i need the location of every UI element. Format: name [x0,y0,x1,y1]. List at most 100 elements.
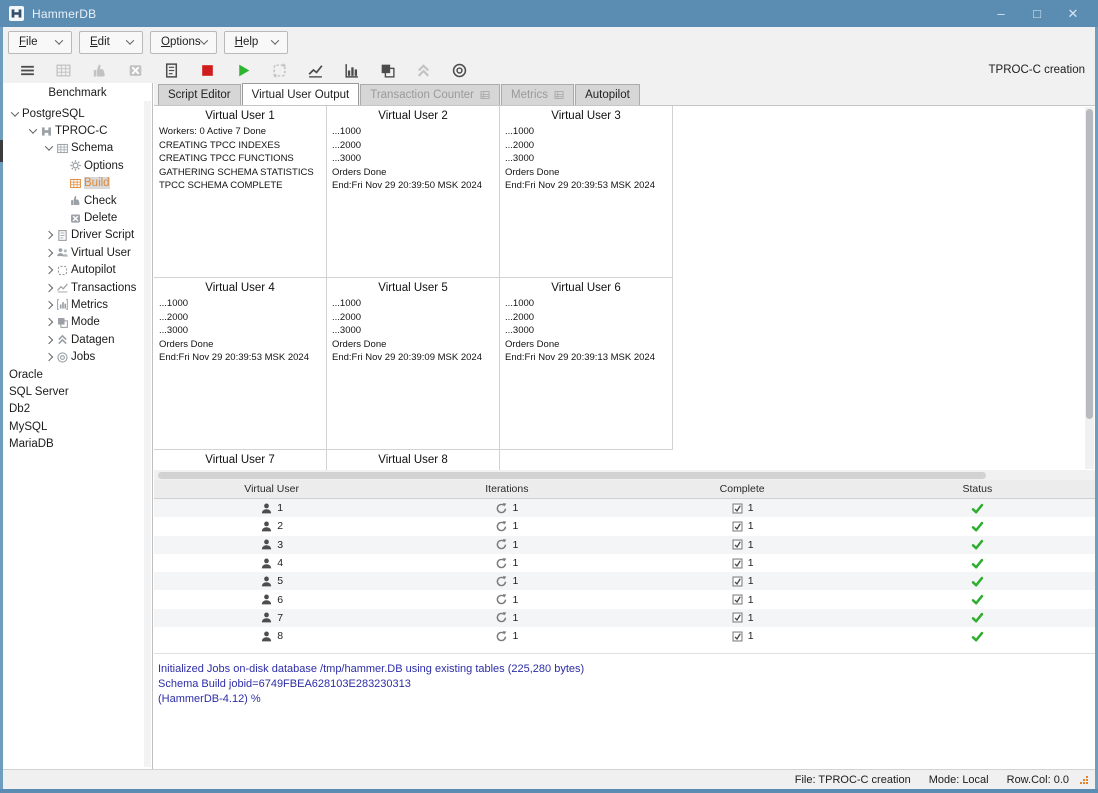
vscroll-thumb[interactable] [1086,109,1093,419]
column-header-virtual-user[interactable]: Virtual User [154,483,389,495]
cell-iterations: 1 [389,575,624,588]
cell-complete: 1 [625,611,860,624]
table-row-vu-2[interactable]: 211 [154,517,1095,535]
tree-item-metrics[interactable]: Metrics [3,296,152,313]
tree-item-tproc-c[interactable]: TPROC-C [3,122,152,139]
column-header-iterations[interactable]: Iterations [389,483,624,495]
vu-output-hscrollbar[interactable] [154,470,1095,480]
chevron-right-icon[interactable] [43,232,55,238]
tab-autopilot[interactable]: Autopilot [575,84,640,105]
vu-output-line: ...1000 [327,297,499,311]
chevron-down-icon[interactable] [43,145,55,151]
resize-grip-icon[interactable] [1078,775,1089,786]
jobs-icon [56,351,69,364]
tree-item-label: SQL Server [9,386,69,398]
chevron-down-icon[interactable] [27,128,39,134]
tree-item-datagen[interactable]: Datagen [3,331,152,348]
tree-item-label: Datagen [71,334,114,346]
menu-edit[interactable]: Edit [79,31,143,54]
checkbox-icon [731,502,744,515]
vu-panel-title: Virtual User 5 [327,278,499,297]
vu-panel-title: Virtual User 7 [154,450,326,469]
toolbar-button-target[interactable] [441,58,477,82]
tree-item-mode[interactable]: Mode [3,314,152,331]
table-row-vu-3[interactable]: 311 [154,536,1095,554]
tree-item-mysql[interactable]: MySQL [3,418,152,435]
chevron-right-icon[interactable] [43,302,55,308]
tree-item-options[interactable]: Options [3,157,152,174]
menu-file[interactable]: File [8,31,72,54]
menu-options[interactable]: Options [150,31,217,54]
chevron-right-icon[interactable] [43,285,55,291]
cell-complete: 1 [625,593,860,606]
tab-metrics[interactable]: Metrics [501,84,574,105]
cell-virtual-user: 5 [154,575,389,588]
tree-item-check[interactable]: Check [3,192,152,209]
refresh-icon [495,538,508,551]
hscroll-thumb[interactable] [158,472,986,479]
tree-item-postgresql[interactable]: PostgreSQL [3,105,152,122]
chevron-down-icon[interactable] [9,111,21,117]
console-output[interactable]: Initialized Jobs on-disk database /tmp/h… [154,653,1095,769]
table-row-vu-7[interactable]: 711 [154,609,1095,627]
toolbar-button-bar-chart[interactable] [333,58,369,82]
delete-icon [127,62,144,79]
check-icon [971,538,984,551]
tree-item-build[interactable]: Build [3,175,152,192]
cell-status [860,630,1095,643]
title-bar[interactable]: HammerDB –□✕ [0,0,1098,27]
tree-item-schema[interactable]: Schema [3,140,152,157]
toolbar-button-stop[interactable] [189,58,225,82]
toolbar-button-menu[interactable] [9,58,45,82]
vu-output-vscrollbar[interactable] [1085,107,1094,469]
tree-item-virtual-user[interactable]: Virtual User [3,244,152,261]
table-row-vu-4[interactable]: 411 [154,554,1095,572]
tree-item-db2[interactable]: Db2 [3,401,152,418]
chevron-right-icon[interactable] [43,337,55,343]
menu-help[interactable]: Help [224,31,288,54]
person-icon [260,538,273,551]
tab-virtual-user-output[interactable]: Virtual User Output [242,83,360,105]
tree-item-delete[interactable]: Delete [3,209,152,226]
column-header-complete[interactable]: Complete [625,483,860,495]
toolbar-button-run[interactable] [225,58,261,82]
toolbar-button-windows[interactable] [369,58,405,82]
cell-virtual-user: 8 [154,630,389,643]
tree-item-oracle[interactable]: Oracle [3,366,152,383]
chevron-right-icon[interactable] [43,267,55,273]
column-header-status[interactable]: Status [860,483,1095,495]
table-row-vu-5[interactable]: 511 [154,572,1095,590]
vu-output-line: Workers: 0 Active 7 Done [154,125,326,139]
minimize-button[interactable]: – [988,4,1014,24]
close-button[interactable]: ✕ [1060,4,1086,24]
cell-virtual-user: 6 [154,593,389,606]
table-row-vu-8[interactable]: 811 [154,627,1095,645]
sidebar-scrollbar[interactable] [144,101,151,767]
table-row-vu-6[interactable]: 611 [154,590,1095,608]
vu-panel-title: Virtual User 8 [327,450,499,469]
tree-item-autopilot[interactable]: Autopilot [3,262,152,279]
chevron-right-icon[interactable] [43,319,55,325]
autopilot-icon [56,264,69,277]
toolbar-buttons [9,58,477,82]
tree-item-label: Jobs [71,351,95,363]
checkbox-icon [731,520,744,533]
console-line: Initialized Jobs on-disk database /tmp/h… [158,662,1095,677]
tree-item-driver-script[interactable]: Driver Script [3,227,152,244]
table-row-vu-1[interactable]: 111 [154,499,1095,517]
cell-status [860,502,1095,515]
maximize-button[interactable]: □ [1024,4,1050,24]
chevron-right-icon[interactable] [43,250,55,256]
tab-script-editor[interactable]: Script Editor [158,84,241,105]
chevron-right-icon[interactable] [43,354,55,360]
cell-value: 1 [748,612,754,624]
toolbar-button-trend[interactable] [297,58,333,82]
main-area: Benchmark PostgreSQLTPROC-CSchemaOptions… [3,83,1095,769]
tab-transaction-counter[interactable]: Transaction Counter [360,84,500,105]
tree-item-jobs[interactable]: Jobs [3,348,152,365]
tree-item-sql-server[interactable]: SQL Server [3,383,152,400]
tree-item-transactions[interactable]: Transactions [3,279,152,296]
vu-panel-virtual-user-8: Virtual User 8...1000 [327,450,500,470]
toolbar-button-script[interactable] [153,58,189,82]
tree-item-mariadb[interactable]: MariaDB [3,435,152,452]
